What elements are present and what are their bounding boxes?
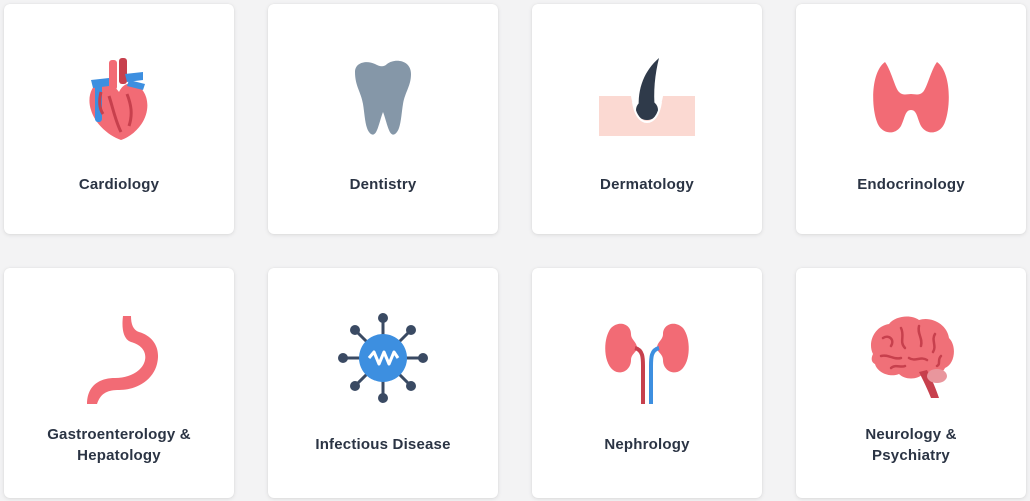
card-label: Endocrinology	[806, 174, 1016, 195]
card-label: Cardiology	[14, 174, 224, 195]
specialty-grid: Cardiology Dentistry Dermatology Endocri…	[0, 0, 1030, 501]
tooth-icon	[333, 52, 433, 152]
card-neurology-psychiatry[interactable]: Neurology & Psychiatry	[796, 268, 1026, 498]
label-line: Dentistry	[349, 176, 417, 193]
card-label: Dentistry	[278, 174, 488, 195]
card-label: Gastroenterology & Hepatology	[14, 424, 224, 466]
card-dermatology[interactable]: Dermatology	[532, 4, 762, 234]
card-gastroenterology-hepatology[interactable]: Gastroenterology & Hepatology	[4, 268, 234, 498]
card-endocrinology[interactable]: Endocrinology	[796, 4, 1026, 234]
card-dentistry[interactable]: Dentistry	[268, 4, 498, 234]
label-line: Hepatology	[77, 447, 161, 464]
label-line: Psychiatry	[872, 447, 950, 464]
heart-icon	[69, 52, 169, 152]
card-label: Infectious Disease	[278, 434, 488, 455]
card-nephrology[interactable]: Nephrology	[532, 268, 762, 498]
card-label: Neurology & Psychiatry	[806, 424, 1016, 466]
label-line: Cardiology	[78, 176, 160, 193]
thyroid-icon	[861, 52, 961, 152]
virus-icon	[333, 308, 433, 408]
card-label: Dermatology	[542, 174, 752, 195]
label-line: Endocrinology	[857, 176, 965, 193]
card-infectious-disease[interactable]: Infectious Disease	[268, 268, 498, 498]
card-cardiology[interactable]: Cardiology	[4, 4, 234, 234]
skin-hair-icon	[597, 52, 697, 152]
label-line: Neurology &	[865, 426, 957, 443]
kidneys-icon	[597, 308, 697, 408]
label-line: Dermatology	[600, 176, 694, 193]
label-line: Gastroenterology &	[47, 426, 191, 443]
label-line: Infectious Disease	[315, 436, 451, 453]
card-label: Nephrology	[542, 434, 752, 455]
label-line: Nephrology	[604, 436, 690, 453]
brain-icon	[861, 308, 961, 408]
stomach-icon	[69, 308, 169, 408]
